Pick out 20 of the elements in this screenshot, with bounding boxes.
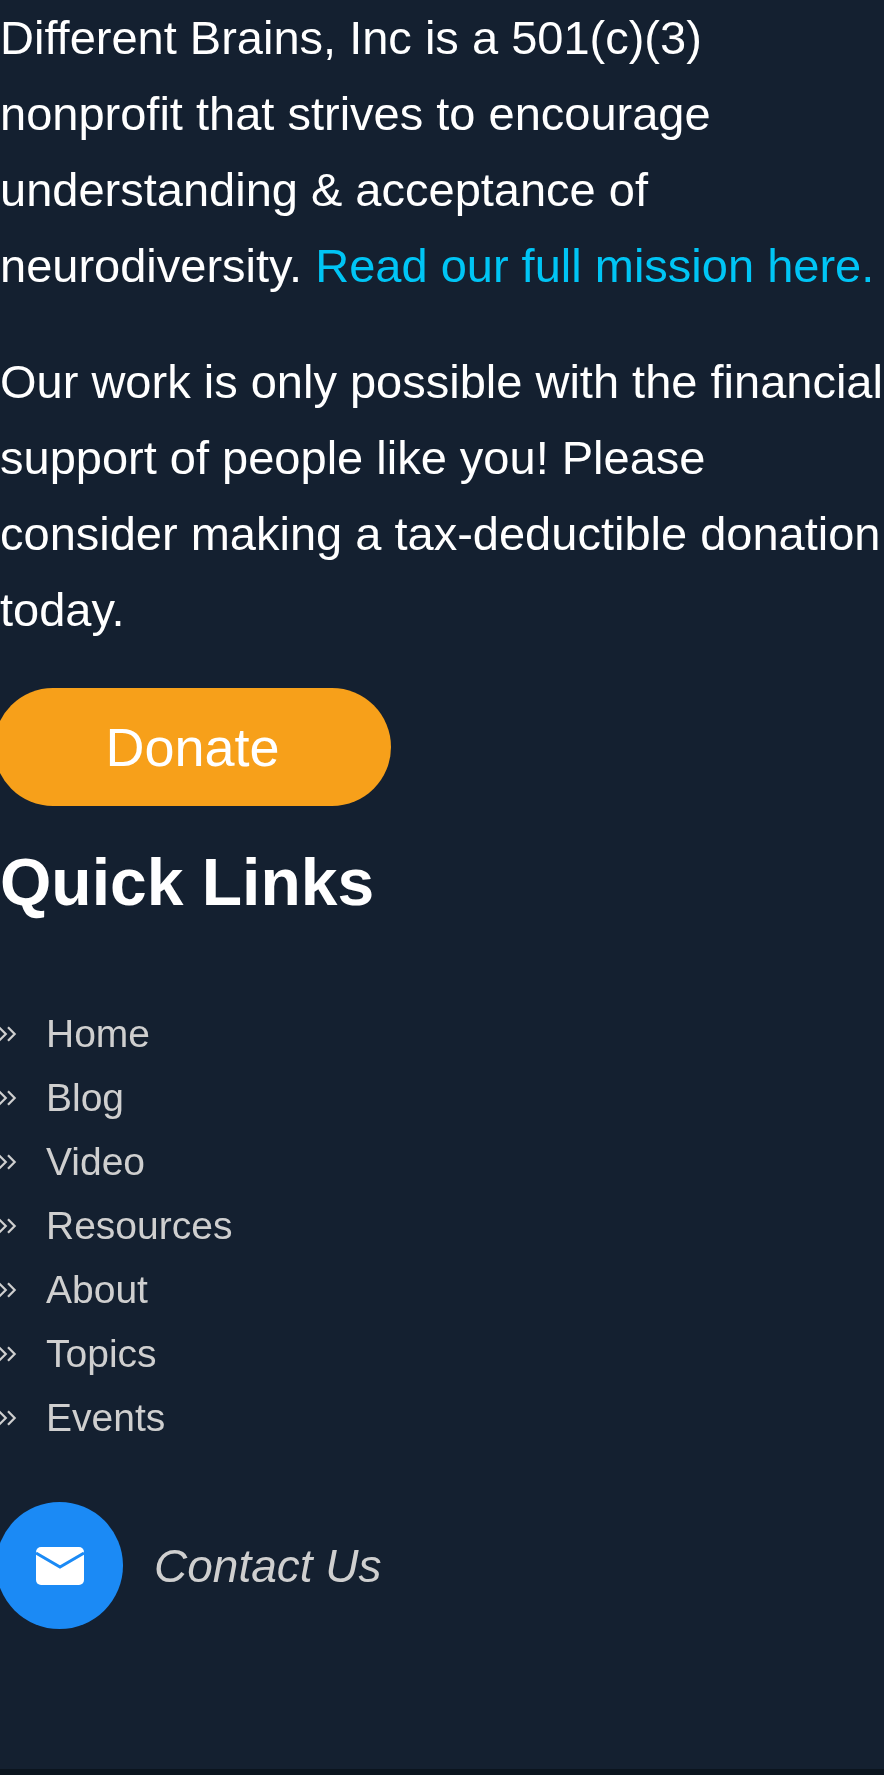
quick-link[interactable]: About <box>46 1268 148 1312</box>
quick-link[interactable]: Resources <box>46 1204 233 1248</box>
chevron-icon <box>0 1345 18 1363</box>
quick-link[interactable]: Blog <box>46 1076 125 1120</box>
chevron-icon <box>0 1089 18 1107</box>
mission-link[interactable]: Read our full mission here. <box>315 239 875 292</box>
quick-link[interactable]: Topics <box>46 1332 157 1376</box>
quick-links-heading: Quick Links <box>0 844 376 921</box>
quick-link[interactable]: Video <box>46 1140 146 1184</box>
envelope-icon <box>35 1546 84 1585</box>
chevron-icon <box>0 1409 18 1427</box>
quick-link[interactable]: Events <box>46 1396 166 1440</box>
chevron-icon <box>0 1281 18 1299</box>
chevron-icon <box>0 1153 18 1171</box>
contact-link[interactable]: Contact Us <box>154 1538 382 1593</box>
appeal-text: Our work is only possible with the financial support of people like you! Please consider making a tax-deductible donation today. <box>0 354 884 638</box>
chevron-icon <box>0 1025 18 1043</box>
mission-text: Different Brains, Inc is a 501(c)(3) nonprofit that strives to encourage understanding & acceptance of neurodiversity. Read our full mission here. <box>0 10 876 294</box>
quick-link[interactable]: Home <box>46 1012 151 1056</box>
chevron-icon <box>0 1217 18 1235</box>
